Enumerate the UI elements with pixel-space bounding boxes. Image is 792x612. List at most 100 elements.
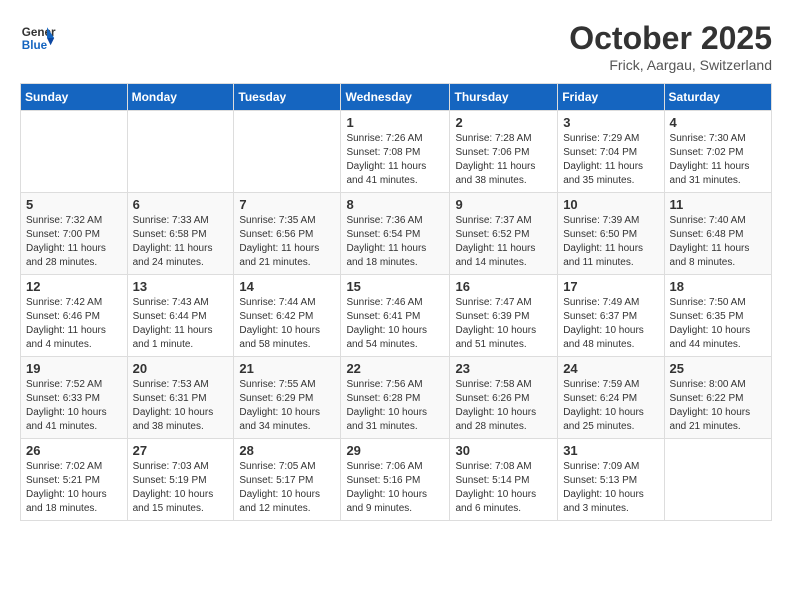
calendar-cell: 25 Sunrise: 8:00 AM Sunset: 6:22 PM Dayli… — [664, 357, 771, 439]
calendar-cell: 9Sunrise: 7:37 AM Sunset: 6:52 PM Daylig… — [450, 193, 558, 275]
calendar-cell — [664, 439, 771, 521]
week-row-2: 5 Sunrise: 7:32 AM Sunset: 7:00 PM Daylig… — [21, 193, 772, 275]
day-info: Sunrise: 7:44 AM Sunset: 6:42 PM Dayligh… — [239, 296, 335, 352]
weekday-header-thursday: Thursday — [450, 84, 558, 111]
day-info: Sunrise: 7:53 AM Sunset: 6:31 PM Dayligh… — [133, 378, 229, 434]
day-info: Sunrise: 7:32 AM Sunset: 7:00 PM Dayligh… — [26, 214, 122, 270]
calendar-cell: 22 Sunrise: 7:56 AM Sunset: 6:28 PM Dayli… — [341, 357, 450, 439]
day-number: 2 — [455, 115, 552, 130]
day-info: Sunrise: 7:58 AM Sunset: 6:26 PM Dayligh… — [455, 378, 552, 434]
day-info: Sunrise: 7:47 AM Sunset: 6:39 PM Dayligh… — [455, 296, 552, 352]
day-number: 22 — [346, 361, 444, 376]
day-number: 27 — [133, 443, 229, 458]
day-info: Sunrise: 7:29 AM Sunset: 7:04 PM Dayligh… — [563, 132, 658, 188]
svg-text:Blue: Blue — [22, 39, 48, 52]
day-number: 9 — [455, 197, 552, 212]
calendar-cell: 5 Sunrise: 7:32 AM Sunset: 7:00 PM Daylig… — [21, 193, 128, 275]
calendar-cell: 17 Sunrise: 7:49 AM Sunset: 6:37 PM Dayli… — [558, 275, 664, 357]
calendar-cell: 16 Sunrise: 7:47 AM Sunset: 6:39 PM Dayli… — [450, 275, 558, 357]
day-info: Sunrise: 7:50 AM Sunset: 6:35 PM Dayligh… — [670, 296, 766, 352]
week-row-1: 1 Sunrise: 7:26 AM Sunset: 7:08 PM Daylig… — [21, 111, 772, 193]
calendar-cell: 4 Sunrise: 7:30 AM Sunset: 7:02 PM Daylig… — [664, 111, 771, 193]
day-number: 20 — [133, 361, 229, 376]
day-number: 29 — [346, 443, 444, 458]
day-info: Sunrise: 7:46 AM Sunset: 6:41 PM Dayligh… — [346, 296, 444, 352]
title-block: October 2025 Frick, Aargau, Switzerland — [569, 20, 772, 73]
weekday-header-row: SundayMondayTuesdayWednesdayThursdayFrid… — [21, 84, 772, 111]
calendar-cell: 2 Sunrise: 7:28 AM Sunset: 7:06 PM Daylig… — [450, 111, 558, 193]
logo: General Blue — [20, 20, 60, 56]
calendar-cell: 12 Sunrise: 7:42 AM Sunset: 6:46 PM Dayli… — [21, 275, 128, 357]
calendar-cell: 28 Sunrise: 7:05 AM Sunset: 5:17 PM Dayli… — [234, 439, 341, 521]
day-number: 4 — [670, 115, 766, 130]
day-number: 13 — [133, 279, 229, 294]
day-number: 30 — [455, 443, 552, 458]
weekday-header-sunday: Sunday — [21, 84, 128, 111]
calendar-cell — [21, 111, 128, 193]
location: Frick, Aargau, Switzerland — [569, 57, 772, 73]
week-row-5: 26Sunrise: 7:02 AM Sunset: 5:21 PM Dayli… — [21, 439, 772, 521]
day-number: 5 — [26, 197, 122, 212]
day-info: Sunrise: 7:40 AM Sunset: 6:48 PM Dayligh… — [670, 214, 766, 270]
day-number: 8 — [346, 197, 444, 212]
calendar-cell: 20 Sunrise: 7:53 AM Sunset: 6:31 PM Dayli… — [127, 357, 234, 439]
day-number: 15 — [346, 279, 444, 294]
calendar-cell: 23Sunrise: 7:58 AM Sunset: 6:26 PM Dayli… — [450, 357, 558, 439]
day-info: Sunrise: 7:35 AM Sunset: 6:56 PM Dayligh… — [239, 214, 335, 270]
day-info: Sunrise: 7:02 AM Sunset: 5:21 PM Dayligh… — [26, 460, 122, 516]
day-number: 19 — [26, 361, 122, 376]
day-info: Sunrise: 7:36 AM Sunset: 6:54 PM Dayligh… — [346, 214, 444, 270]
day-number: 25 — [670, 361, 766, 376]
calendar-cell: 6Sunrise: 7:33 AM Sunset: 6:58 PM Daylig… — [127, 193, 234, 275]
day-info: Sunrise: 7:55 AM Sunset: 6:29 PM Dayligh… — [239, 378, 335, 434]
day-number: 21 — [239, 361, 335, 376]
day-number: 17 — [563, 279, 658, 294]
weekday-header-monday: Monday — [127, 84, 234, 111]
calendar-cell: 18 Sunrise: 7:50 AM Sunset: 6:35 PM Dayli… — [664, 275, 771, 357]
calendar-cell: 29 Sunrise: 7:06 AM Sunset: 5:16 PM Dayli… — [341, 439, 450, 521]
day-number: 24 — [563, 361, 658, 376]
calendar-cell: 3Sunrise: 7:29 AM Sunset: 7:04 PM Daylig… — [558, 111, 664, 193]
day-number: 12 — [26, 279, 122, 294]
day-info: Sunrise: 7:49 AM Sunset: 6:37 PM Dayligh… — [563, 296, 658, 352]
logo-icon: General Blue — [20, 20, 56, 56]
calendar-cell: 19Sunrise: 7:52 AM Sunset: 6:33 PM Dayli… — [21, 357, 128, 439]
day-number: 16 — [455, 279, 552, 294]
weekday-header-tuesday: Tuesday — [234, 84, 341, 111]
day-number: 28 — [239, 443, 335, 458]
day-info: Sunrise: 7:30 AM Sunset: 7:02 PM Dayligh… — [670, 132, 766, 188]
day-info: Sunrise: 7:26 AM Sunset: 7:08 PM Dayligh… — [346, 132, 444, 188]
calendar-cell: 10 Sunrise: 7:39 AM Sunset: 6:50 PM Dayli… — [558, 193, 664, 275]
calendar-cell: 13Sunrise: 7:43 AM Sunset: 6:44 PM Dayli… — [127, 275, 234, 357]
calendar-cell: 30Sunrise: 7:08 AM Sunset: 5:14 PM Dayli… — [450, 439, 558, 521]
day-info: Sunrise: 7:06 AM Sunset: 5:16 PM Dayligh… — [346, 460, 444, 516]
day-info: Sunrise: 7:56 AM Sunset: 6:28 PM Dayligh… — [346, 378, 444, 434]
day-number: 1 — [346, 115, 444, 130]
day-info: Sunrise: 8:00 AM Sunset: 6:22 PM Dayligh… — [670, 378, 766, 434]
calendar-cell: 8 Sunrise: 7:36 AM Sunset: 6:54 PM Daylig… — [341, 193, 450, 275]
day-info: Sunrise: 7:28 AM Sunset: 7:06 PM Dayligh… — [455, 132, 552, 188]
weekday-header-wednesday: Wednesday — [341, 84, 450, 111]
day-number: 11 — [670, 197, 766, 212]
week-row-4: 19Sunrise: 7:52 AM Sunset: 6:33 PM Dayli… — [21, 357, 772, 439]
calendar-cell: 7 Sunrise: 7:35 AM Sunset: 6:56 PM Daylig… — [234, 193, 341, 275]
calendar-cell: 26Sunrise: 7:02 AM Sunset: 5:21 PM Dayli… — [21, 439, 128, 521]
day-info: Sunrise: 7:42 AM Sunset: 6:46 PM Dayligh… — [26, 296, 122, 352]
day-info: Sunrise: 7:03 AM Sunset: 5:19 PM Dayligh… — [133, 460, 229, 516]
page-header: General Blue October 2025 Frick, Aargau,… — [20, 20, 772, 73]
day-info: Sunrise: 7:09 AM Sunset: 5:13 PM Dayligh… — [563, 460, 658, 516]
day-number: 10 — [563, 197, 658, 212]
day-number: 18 — [670, 279, 766, 294]
day-info: Sunrise: 7:39 AM Sunset: 6:50 PM Dayligh… — [563, 214, 658, 270]
day-info: Sunrise: 7:05 AM Sunset: 5:17 PM Dayligh… — [239, 460, 335, 516]
calendar-cell — [127, 111, 234, 193]
day-number: 7 — [239, 197, 335, 212]
day-info: Sunrise: 7:59 AM Sunset: 6:24 PM Dayligh… — [563, 378, 658, 434]
month-title: October 2025 — [569, 20, 772, 57]
calendar-table: SundayMondayTuesdayWednesdayThursdayFrid… — [20, 83, 772, 521]
calendar-cell: 31Sunrise: 7:09 AM Sunset: 5:13 PM Dayli… — [558, 439, 664, 521]
calendar-cell: 15 Sunrise: 7:46 AM Sunset: 6:41 PM Dayli… — [341, 275, 450, 357]
day-info: Sunrise: 7:33 AM Sunset: 6:58 PM Dayligh… — [133, 214, 229, 270]
weekday-header-saturday: Saturday — [664, 84, 771, 111]
calendar-cell: 27 Sunrise: 7:03 AM Sunset: 5:19 PM Dayli… — [127, 439, 234, 521]
